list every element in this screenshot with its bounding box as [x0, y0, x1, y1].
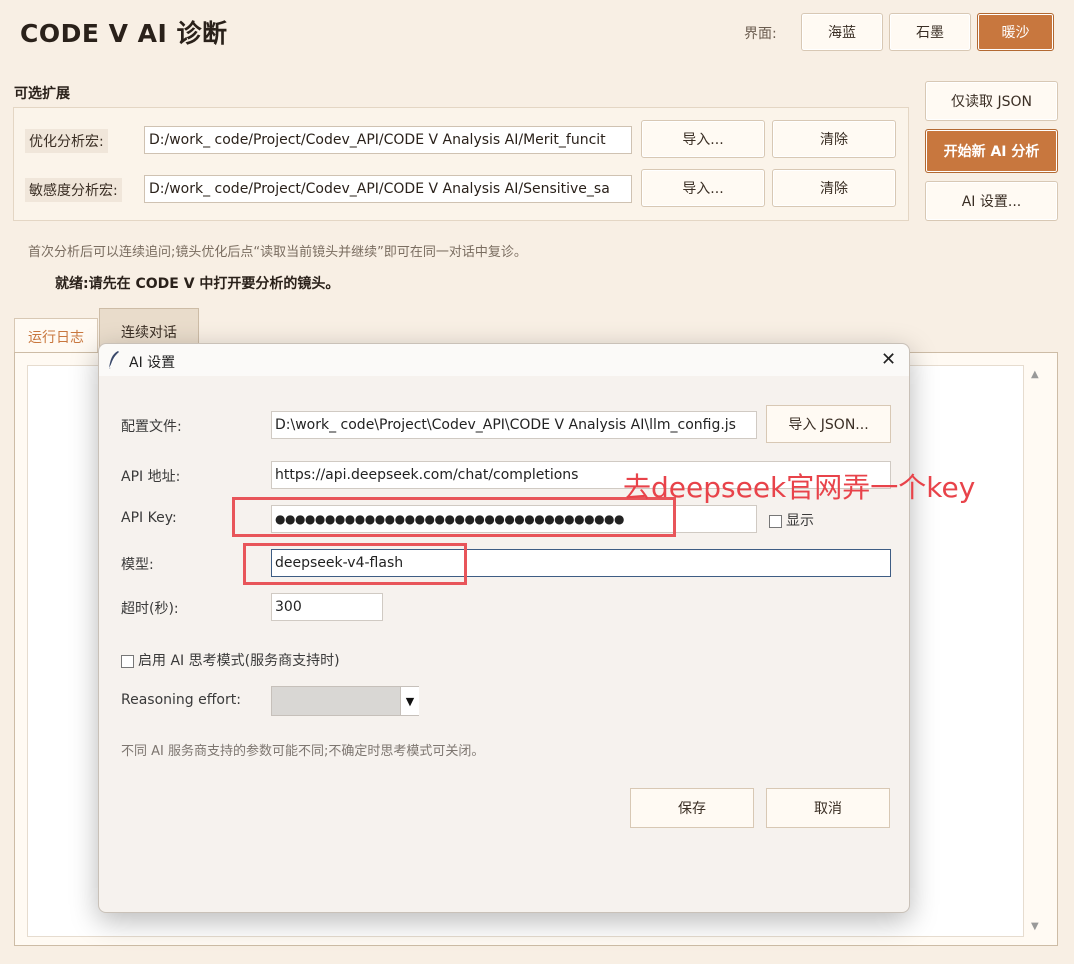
- api-url-label: API 地址:: [121, 469, 181, 485]
- read-json-button[interactable]: 仅读取 JSON: [925, 81, 1058, 121]
- sensitivity-macro-path-input[interactable]: D:/work_ code/Project/Codev_API/CODE V A…: [144, 175, 632, 203]
- dialog-note: 不同 AI 服务商支持的参数可能不同;不确定时思考模式可关闭。: [121, 744, 485, 759]
- cancel-button[interactable]: 取消: [766, 788, 890, 828]
- timeout-input[interactable]: 300: [271, 593, 383, 621]
- timeout-label: 超时(秒):: [121, 601, 179, 617]
- theme-label: 界面:: [744, 26, 777, 42]
- chevron-down-icon[interactable]: ▼: [400, 687, 419, 715]
- ai-settings-button[interactable]: AI 设置...: [925, 181, 1058, 221]
- sensitivity-macro-label: 敏感度分析宏:: [25, 178, 122, 202]
- sensitivity-macro-clear-button[interactable]: 清除: [772, 169, 896, 207]
- close-icon[interactable]: ✕: [881, 349, 896, 370]
- thinking-mode-checkbox[interactable]: [121, 654, 134, 668]
- config-file-label: 配置文件:: [121, 419, 182, 435]
- dialog-titlebar[interactable]: [99, 344, 909, 376]
- extensions-section-title: 可选扩展: [14, 86, 70, 102]
- import-json-button[interactable]: 导入 JSON...: [766, 405, 891, 443]
- model-highlight-box: [243, 543, 467, 585]
- show-key-toggle[interactable]: 显示: [769, 510, 814, 530]
- annotation-text: 去deepseek官网弄一个key: [623, 471, 976, 504]
- start-analysis-button[interactable]: 开始新 AI 分析: [925, 129, 1058, 173]
- theme-button-graphite[interactable]: 石墨: [889, 13, 971, 51]
- optimize-macro-path-input[interactable]: D:/work_ code/Project/Codev_API/CODE V A…: [144, 126, 632, 154]
- theme-button-ocean[interactable]: 海蓝: [801, 13, 883, 51]
- status-text: 就绪:请先在 CODE V 中打开要分析的镜头。: [55, 276, 340, 292]
- sensitivity-macro-import-button[interactable]: 导入...: [641, 169, 765, 207]
- dialog-title: AI 设置: [129, 355, 176, 371]
- scroll-down-icon[interactable]: ▼: [1031, 921, 1039, 932]
- theme-button-sand[interactable]: 暖沙: [977, 13, 1054, 51]
- thinking-mode-toggle[interactable]: 启用 AI 思考模式(服务商支持时): [121, 650, 340, 670]
- optimize-macro-label: 优化分析宏:: [25, 129, 108, 153]
- reasoning-effort-select[interactable]: ▼: [271, 686, 419, 716]
- api-key-label: API Key:: [121, 510, 177, 526]
- app-title: CODE V AI 诊断: [20, 19, 228, 48]
- optimize-macro-clear-button[interactable]: 清除: [772, 120, 896, 158]
- scroll-up-icon[interactable]: ▲: [1031, 369, 1039, 380]
- feather-icon: [108, 351, 119, 370]
- save-button[interactable]: 保存: [630, 788, 754, 828]
- ai-settings-dialog: AI 设置 ✕ 配置文件: D:\work_ code\Project\Code…: [98, 343, 910, 913]
- api-key-highlight-box: [232, 497, 676, 537]
- config-file-input[interactable]: D:\work_ code\Project\Codev_API\CODE V A…: [271, 411, 757, 439]
- show-key-label: 显示: [786, 513, 814, 529]
- reasoning-effort-label: Reasoning effort:: [121, 692, 241, 708]
- thinking-mode-label: 启用 AI 思考模式(服务商支持时): [138, 653, 340, 669]
- usage-hint: 首次分析后可以连续追问;镜头优化后点“读取当前镜头并继续”即可在同一对话中复诊。: [28, 245, 527, 260]
- tab-run-log[interactable]: 运行日志: [14, 318, 98, 354]
- optimize-macro-import-button[interactable]: 导入...: [641, 120, 765, 158]
- show-key-checkbox[interactable]: [769, 514, 782, 528]
- model-label: 模型:: [121, 557, 154, 573]
